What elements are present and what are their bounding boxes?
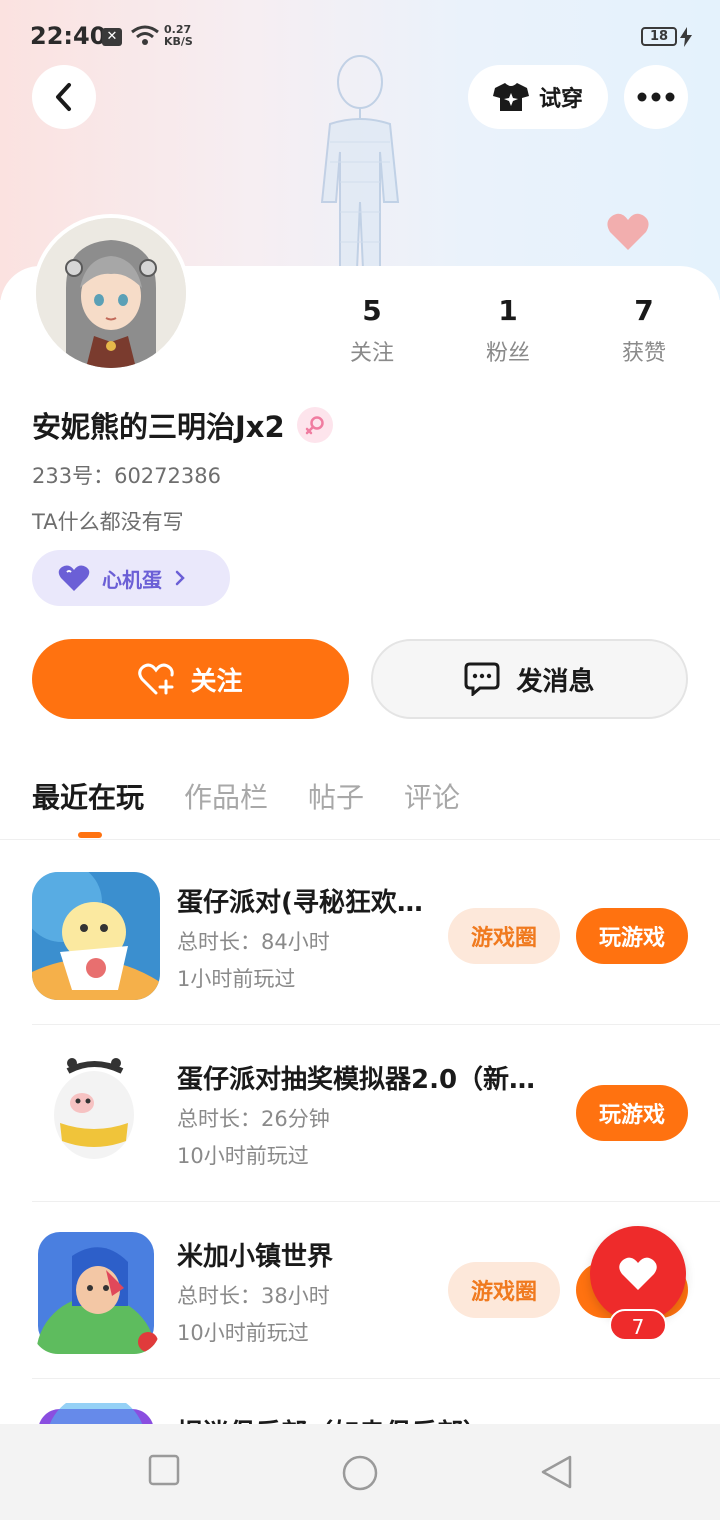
wifi-icon: [131, 25, 159, 45]
stat-followers-value: 1: [498, 294, 518, 327]
heart-plus-icon: [138, 663, 175, 695]
play-game-button[interactable]: 玩游戏: [576, 908, 688, 964]
network-speed: 0.27 KB/S: [164, 24, 193, 48]
game-title: 蛋仔派对(寻秘狂欢…: [177, 888, 423, 918]
back-button[interactable]: [32, 65, 96, 129]
name-row: 安妮熊的三明治Jx2: [32, 404, 333, 446]
tab-recently-played[interactable]: 最近在玩: [32, 776, 144, 816]
game-row[interactable]: 蛋仔派对(寻秘狂欢… 总时长：84小时 1小时前玩过 游戏圈 玩游戏: [32, 872, 720, 1048]
heart-egg-label: 心机蛋: [102, 567, 162, 592]
active-tab-indicator: [78, 832, 102, 838]
play-game-button[interactable]: 玩游戏: [576, 1085, 688, 1141]
follow-button[interactable]: 关注: [32, 639, 349, 719]
game-row[interactable]: 蛋仔派对抽奖模拟器2.0（新… 总时长：26分钟 10小时前玩过 玩游戏: [32, 1049, 720, 1225]
home-icon[interactable]: [341, 1454, 379, 1492]
game-icon-eggy-party[interactable]: [32, 872, 160, 1000]
chevron-right-icon: [175, 570, 185, 586]
stat-likes-label: 获赞: [621, 341, 666, 366]
tab-comments[interactable]: 评论: [404, 776, 460, 816]
recent-apps-icon[interactable]: [148, 1454, 180, 1486]
stat-following-value: 5: [362, 294, 382, 327]
game-last-played: 10小时前玩过: [177, 1144, 309, 1168]
game-circle-button[interactable]: 游戏圈: [448, 1262, 560, 1318]
tabs-divider: [0, 839, 720, 840]
game-title: 米加小镇世界: [177, 1242, 334, 1272]
try-on-button[interactable]: 试穿: [468, 65, 608, 129]
game-circle-button[interactable]: 游戏圈: [448, 908, 560, 964]
profile-tabs: 最近在玩 作品栏 帖子 评论: [32, 776, 460, 816]
stat-likes[interactable]: 7 获赞: [584, 294, 704, 367]
try-on-label: 试穿: [538, 87, 583, 112]
white-heart-icon: [619, 1257, 657, 1290]
stat-followers-label: 粉丝: [485, 341, 530, 366]
row-divider: [32, 1378, 720, 1379]
female-gender-icon: [296, 407, 333, 443]
floating-like-count: 7: [609, 1309, 667, 1341]
follow-label: 关注: [190, 666, 243, 697]
avatar-portrait-image: [36, 218, 186, 368]
purple-heart-icon: [58, 565, 90, 591]
user-name: 安妮熊的三明治Jx2: [32, 410, 285, 444]
game-duration: 总时长：26分钟: [177, 1107, 330, 1131]
tshirt-icon: [492, 83, 529, 111]
game-duration: 总时长：38小时: [177, 1284, 330, 1308]
more-dots-icon: [637, 92, 675, 102]
status-bar: 22:40 ✕ 0.27 KB/S 18: [0, 0, 720, 72]
floating-like-button[interactable]: [590, 1226, 686, 1322]
battery-level: 18: [649, 29, 669, 44]
message-button[interactable]: 发消息: [371, 639, 688, 719]
hero-heart-icon[interactable]: [606, 212, 650, 252]
game-title: 蛋仔派对抽奖模拟器2.0（新…: [177, 1065, 536, 1095]
network-speed-unit: KB/S: [164, 35, 193, 48]
heart-egg-button[interactable]: 心机蛋: [32, 550, 230, 606]
back-arrow-icon: [56, 83, 71, 111]
row-divider: [32, 1024, 720, 1025]
tab-posts[interactable]: 帖子: [308, 776, 364, 816]
tab-works[interactable]: 作品栏: [184, 776, 268, 816]
row-divider: [32, 1201, 720, 1202]
message-label: 发消息: [516, 666, 595, 697]
stat-following-label: 关注: [349, 341, 394, 366]
stat-likes-value: 7: [634, 294, 654, 327]
status-time: 22:40: [30, 22, 107, 50]
user-avatar[interactable]: [32, 214, 190, 372]
game-icon-miga-town[interactable]: [32, 1226, 160, 1354]
system-nav-bar: [0, 1424, 720, 1520]
chat-bubble-icon: [464, 662, 500, 696]
user-bio: TA什么都没有写: [32, 510, 184, 534]
avatar-3d-figure: [320, 55, 400, 292]
battery-icon: 18: [641, 27, 677, 46]
game-duration: 总时长：84小时: [177, 930, 330, 954]
game-last-played: 10小时前玩过: [177, 1321, 309, 1345]
user-id: 233号：60272386: [32, 464, 221, 488]
back-triangle-icon[interactable]: [540, 1454, 574, 1490]
more-button[interactable]: [624, 65, 688, 129]
game-icon-eggy-lottery[interactable]: [32, 1049, 160, 1177]
stat-following[interactable]: 5 关注: [312, 294, 432, 367]
stat-followers[interactable]: 1 粉丝: [448, 294, 568, 367]
charging-bolt-icon: [680, 27, 692, 47]
notification-x-icon: ✕: [102, 28, 122, 46]
game-last-played: 1小时前玩过: [177, 967, 296, 991]
